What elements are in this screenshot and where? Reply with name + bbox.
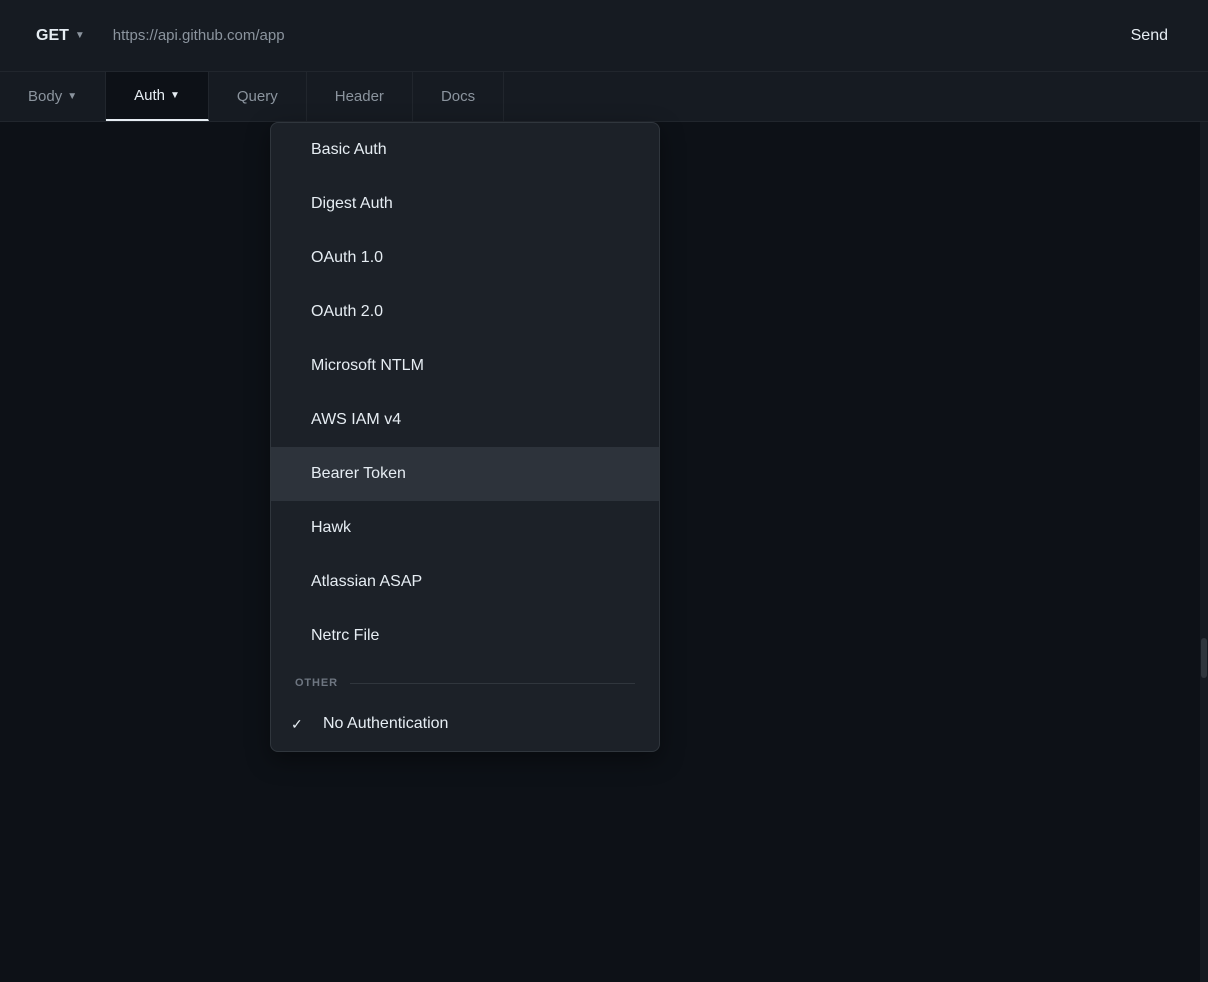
divider-line bbox=[350, 683, 635, 684]
dropdown-label-hawk: Hawk bbox=[311, 519, 351, 537]
dropdown-item-oauth1[interactable]: OAuth 1.0 bbox=[271, 231, 659, 285]
tab-auth[interactable]: Auth ▼ bbox=[106, 72, 209, 121]
dropdown-item-aws-iam[interactable]: AWS IAM v4 bbox=[271, 393, 659, 447]
auth-dropdown: Basic Auth Digest Auth OAuth 1.0 OAuth 2… bbox=[270, 122, 660, 752]
tab-docs-label: Docs bbox=[441, 88, 475, 105]
dropdown-label-aws-iam: AWS IAM v4 bbox=[311, 411, 401, 429]
other-section-divider: OTHER bbox=[271, 663, 659, 697]
dropdown-label-netrc-file: Netrc File bbox=[311, 627, 379, 645]
tab-body[interactable]: Body ▼ bbox=[0, 72, 106, 121]
method-label: GET bbox=[36, 27, 69, 45]
scrollbar-track[interactable] bbox=[1200, 122, 1208, 982]
tab-body-label: Body bbox=[28, 88, 62, 105]
tab-auth-chevron: ▼ bbox=[170, 90, 180, 101]
dropdown-item-atlassian-asap[interactable]: Atlassian ASAP bbox=[271, 555, 659, 609]
tab-query[interactable]: Query bbox=[209, 72, 307, 121]
dropdown-label-atlassian-asap: Atlassian ASAP bbox=[311, 573, 422, 591]
url-bar[interactable]: https://api.github.com/app bbox=[113, 27, 1099, 44]
dropdown-label-oauth1: OAuth 1.0 bbox=[311, 249, 383, 267]
tab-header-label: Header bbox=[335, 88, 384, 105]
other-section-label: OTHER bbox=[295, 677, 338, 689]
tab-header[interactable]: Header bbox=[307, 72, 413, 121]
dropdown-item-basic-auth[interactable]: Basic Auth bbox=[271, 123, 659, 177]
dropdown-item-hawk[interactable]: Hawk bbox=[271, 501, 659, 555]
dropdown-label-digest-auth: Digest Auth bbox=[311, 195, 393, 213]
dropdown-item-no-auth[interactable]: ✓ No Authentication bbox=[271, 697, 659, 751]
dropdown-label-bearer-token: Bearer Token bbox=[311, 465, 406, 483]
no-auth-checkmark: ✓ bbox=[291, 716, 311, 733]
top-bar: GET ▼ https://api.github.com/app Send bbox=[0, 0, 1208, 72]
tab-docs[interactable]: Docs bbox=[413, 72, 504, 121]
dropdown-item-oauth2[interactable]: OAuth 2.0 bbox=[271, 285, 659, 339]
dropdown-label-oauth2: OAuth 2.0 bbox=[311, 303, 383, 321]
tabs-bar: Body ▼ Auth ▼ Query Header Docs bbox=[0, 72, 1208, 122]
main-content: Basic Auth Digest Auth OAuth 1.0 OAuth 2… bbox=[0, 122, 1208, 982]
scrollbar-thumb bbox=[1201, 638, 1207, 678]
dropdown-label-no-auth: No Authentication bbox=[323, 715, 448, 733]
method-selector[interactable]: GET ▼ bbox=[24, 19, 97, 53]
send-button[interactable]: Send bbox=[1115, 19, 1184, 53]
tab-query-label: Query bbox=[237, 88, 278, 105]
dropdown-item-bearer-token[interactable]: Bearer Token bbox=[271, 447, 659, 501]
method-chevron: ▼ bbox=[75, 30, 85, 41]
dropdown-item-netrc-file[interactable]: Netrc File bbox=[271, 609, 659, 663]
tab-auth-label: Auth bbox=[134, 87, 165, 104]
dropdown-item-digest-auth[interactable]: Digest Auth bbox=[271, 177, 659, 231]
dropdown-label-microsoft-ntlm: Microsoft NTLM bbox=[311, 357, 424, 375]
dropdown-label-basic-auth: Basic Auth bbox=[311, 141, 387, 159]
dropdown-item-microsoft-ntlm[interactable]: Microsoft NTLM bbox=[271, 339, 659, 393]
tab-body-chevron: ▼ bbox=[67, 91, 77, 102]
